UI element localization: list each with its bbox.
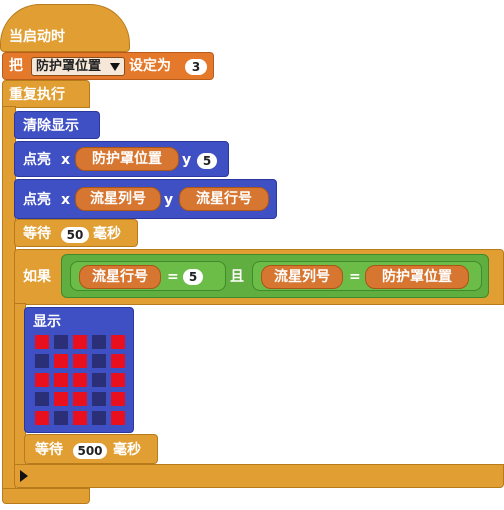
play-arrow-icon: [20, 470, 28, 482]
plot-x-label: x: [61, 192, 71, 208]
wait-unit-label: 毫秒: [113, 442, 141, 458]
shield-position-reporter[interactable]: 防护罩位置: [75, 147, 179, 171]
led-cell[interactable]: [73, 335, 87, 349]
plot-x-label: x: [61, 152, 71, 168]
forever-label: 重复执行: [9, 87, 65, 103]
wait-value-field[interactable]: 50: [61, 227, 89, 243]
plot-label: 点亮: [23, 152, 51, 168]
led-cell[interactable]: [92, 335, 106, 349]
and-label: 且: [230, 269, 244, 285]
led-cell[interactable]: [54, 392, 68, 406]
led-cell[interactable]: [35, 392, 49, 406]
led-cell[interactable]: [35, 373, 49, 387]
led-cell[interactable]: [54, 354, 68, 368]
wait-block-1[interactable]: 等待 50 毫秒: [14, 219, 138, 247]
set-value-field[interactable]: 3: [185, 59, 207, 75]
plot-y-label: y: [182, 152, 192, 168]
when-started-hat-block[interactable]: 当启动时: [0, 4, 130, 52]
meteor-row-reporter[interactable]: 流星行号: [79, 265, 161, 289]
show-label: 显示: [33, 314, 61, 330]
meteor-column-reporter[interactable]: 流星列号: [75, 187, 161, 211]
if-block-foot: [14, 464, 504, 488]
meteor-row-reporter[interactable]: 流星行号: [179, 187, 269, 211]
wait-block-2[interactable]: 等待 500 毫秒: [24, 434, 158, 464]
led-cell[interactable]: [111, 411, 125, 425]
show-image-block[interactable]: 显示: [24, 307, 134, 433]
and-operator-block[interactable]: 流星行号 = 5 且 流星列号 = 防护罩位置: [61, 254, 489, 298]
set-verb-label: 把: [9, 58, 23, 74]
led-cell[interactable]: [35, 354, 49, 368]
shield-position-reporter[interactable]: 防护罩位置: [365, 265, 469, 289]
led-cell[interactable]: [73, 354, 87, 368]
if-label: 如果: [23, 269, 51, 285]
equals-operator-right[interactable]: 流星列号 = 防护罩位置: [252, 261, 482, 291]
set-variable-block[interactable]: 把 防护罩位置 设定为 3: [2, 52, 214, 80]
variable-dropdown[interactable]: 防护罩位置: [31, 57, 125, 76]
led-cell[interactable]: [111, 392, 125, 406]
led-cell[interactable]: [92, 373, 106, 387]
left-compare-value-field[interactable]: 5: [183, 269, 203, 285]
led-cell[interactable]: [111, 354, 125, 368]
plot-label: 点亮: [23, 192, 51, 208]
led-cell[interactable]: [111, 373, 125, 387]
plot-y-value-field[interactable]: 5: [197, 153, 217, 169]
led-cell[interactable]: [54, 373, 68, 387]
plot-block-1[interactable]: 点亮 x 防护罩位置 y 5: [14, 141, 229, 177]
equals-sign: =: [167, 269, 179, 285]
led-cell[interactable]: [54, 411, 68, 425]
clear-display-label: 清除显示: [23, 118, 79, 134]
led-cell[interactable]: [92, 354, 106, 368]
wait-unit-label: 毫秒: [93, 226, 121, 242]
plot-block-2[interactable]: 点亮 x 流星列号 y 流星行号: [14, 179, 277, 219]
forever-loop-block[interactable]: 重复执行: [2, 80, 90, 108]
forever-loop-foot: [2, 488, 90, 504]
led-cell[interactable]: [73, 373, 87, 387]
led-matrix-grid[interactable]: [35, 335, 125, 425]
when-started-label: 当启动时: [9, 29, 65, 45]
led-cell[interactable]: [111, 335, 125, 349]
triangle-down-icon: [110, 63, 120, 71]
equals-sign: =: [349, 269, 361, 285]
wait-value-field[interactable]: 500: [73, 443, 107, 459]
led-cell[interactable]: [35, 335, 49, 349]
if-block[interactable]: 如果 流星行号 = 5 且 流星列号 = 防护罩位置: [14, 249, 504, 305]
set-to-label: 设定为: [129, 58, 171, 74]
equals-operator-left[interactable]: 流星行号 = 5: [70, 261, 226, 291]
wait-label: 等待: [35, 442, 63, 458]
wait-label: 等待: [23, 226, 51, 242]
meteor-column-reporter[interactable]: 流星列号: [261, 265, 343, 289]
led-cell[interactable]: [92, 411, 106, 425]
led-cell[interactable]: [54, 335, 68, 349]
plot-y-label: y: [164, 192, 174, 208]
variable-dropdown-label: 防护罩位置: [36, 59, 102, 74]
led-cell[interactable]: [35, 411, 49, 425]
led-cell[interactable]: [92, 392, 106, 406]
led-cell[interactable]: [73, 392, 87, 406]
led-cell[interactable]: [73, 411, 87, 425]
clear-display-block[interactable]: 清除显示: [14, 111, 100, 139]
